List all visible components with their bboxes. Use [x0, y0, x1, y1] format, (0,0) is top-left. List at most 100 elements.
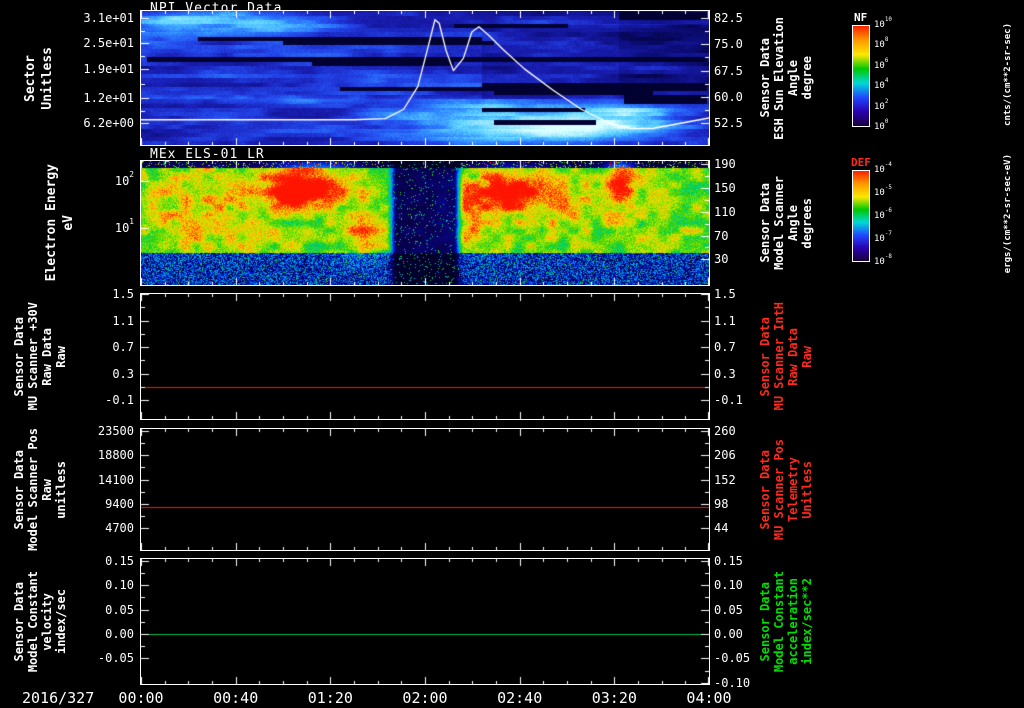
- npi-left-axis-title: Sector Unitless: [20, 10, 58, 146]
- colorbar-tick-label: 102: [874, 99, 888, 112]
- right-axis-tick-label: 98: [714, 497, 729, 512]
- nf-colorbar-title: NF: [854, 11, 868, 24]
- nf-unit-text: cnts/(cm**2-sr-sec): [1003, 22, 1013, 126]
- right-axis-tick-label: 260: [714, 423, 736, 438]
- right-axis-title-line: Angle: [785, 59, 800, 97]
- els-spectrogram-panel: [140, 160, 710, 286]
- tick-exponent: 1: [129, 217, 134, 227]
- time-axis-tick-label: 02:00: [402, 689, 448, 707]
- right-axis-tick-label: 150: [714, 180, 736, 195]
- tick-mantissa: 10: [874, 234, 885, 244]
- left-axis-tick-label: 1.1: [112, 313, 134, 328]
- right-axis-title-line: Sensor Data: [757, 316, 772, 397]
- right-axis-title-line: Sensor Data: [757, 38, 772, 118]
- tick-exponent: 2: [884, 98, 889, 105]
- right-axis-tick-label: 75.0: [714, 37, 743, 52]
- tick-exponent: 10: [884, 16, 892, 23]
- model-constant-velocity-canvas: [141, 559, 709, 684]
- time-axis-tick-label: 02:40: [497, 689, 543, 707]
- right-axis-title-line: Sensor Data: [757, 183, 772, 263]
- right-axis-tick-label: 67.5: [714, 63, 743, 78]
- model-scanner-pos-panel: [140, 428, 710, 551]
- right-axis-tick-label: 190: [714, 156, 736, 171]
- left-axis-tick-label: 0.05: [105, 602, 134, 617]
- left-axis-tick-label: -0.1: [105, 393, 134, 408]
- right-axis-tick-label: 1.5: [714, 287, 736, 301]
- right-axis-title-line: index/sec**2: [799, 578, 814, 665]
- colorbar-tick-label: 108: [874, 37, 888, 51]
- right-axis-tick-label: 0.10: [714, 578, 743, 593]
- time-axis-tick-label: 01:20: [307, 689, 353, 707]
- left-axis-tick-label: 0.10: [105, 578, 134, 593]
- right-axis-title-line: ESH Sun Elevation: [771, 16, 786, 140]
- tplot-multipanel-screen: NPI Vector Data MEx ELS-01 LR Sector Unit…: [0, 0, 1024, 708]
- left-axis-tick-label: 0.15: [105, 553, 134, 568]
- left-axis-tick-label: 14100: [97, 472, 134, 487]
- time-axis-tick-label: 03:20: [591, 689, 637, 707]
- nf-colorbar-unit: cnts/(cm**2-sr-sec): [1000, 8, 1016, 140]
- model-right-axis-title: Sensor Data Model Constant acceleration ind…: [756, 558, 816, 685]
- right-axis-tick-label: 110: [714, 204, 736, 219]
- left-axis-tick-label: 4700: [105, 521, 134, 536]
- tick-exponent: 0: [884, 118, 889, 125]
- mu30-left-axis-title: Sensor Data MU Scanner +30V Raw Data Raw: [12, 293, 68, 420]
- def-colorbar: [852, 170, 870, 262]
- tick-mantissa: 10: [874, 188, 885, 198]
- right-axis-tick-label: -0.1: [714, 393, 743, 408]
- right-axis-title-line: degrees: [799, 197, 814, 249]
- left-axis-title-line: velocity: [39, 592, 54, 651]
- left-axis-tick-label: 1.5: [112, 287, 134, 301]
- left-axis-tick-label: 23500: [97, 423, 134, 438]
- right-axis-title-line: Model Constant: [771, 570, 786, 673]
- mu-scanner-30v-panel: [140, 293, 710, 420]
- right-axis-title-line: Raw: [799, 345, 814, 368]
- nf-colorbar: [852, 25, 870, 127]
- colorbar-tick-label: 10-4: [874, 162, 892, 175]
- left-axis-tick-label: 9400: [105, 497, 134, 511]
- colorbar-tick-label: 10-8: [874, 254, 892, 267]
- colorbar-tick-label: 10-6: [874, 208, 892, 221]
- tick-exponent: 6: [884, 57, 889, 64]
- left-axis-tick-label: 2.5e+01: [83, 36, 134, 51]
- left-axis-title-line: Model Scanner Pos: [25, 428, 40, 551]
- scanpos-right-axis-title: Sensor Data MU Scanner Pos Telemetry Unitle…: [756, 428, 816, 551]
- colorbar-tick-label: 10-7: [874, 231, 892, 244]
- left-axis-title-line: Sector: [22, 54, 38, 102]
- right-axis-tick-label: 82.5: [714, 11, 743, 26]
- def-colorbar-unit: ergs/(cm**2-sr-sec-eV): [1000, 150, 1016, 278]
- right-axis-tick-label: 0.7: [714, 340, 736, 355]
- tick-exponent: 8: [884, 37, 889, 44]
- tick-mantissa: 10: [874, 40, 885, 51]
- tick-exponent: -8: [884, 253, 892, 260]
- left-axis-title-line: Sensor Data: [11, 581, 26, 662]
- model-constant-velocity-panel: [140, 558, 710, 685]
- left-axis-title-line: Sensor Data: [11, 316, 26, 397]
- right-axis-tick-label: 0.00: [714, 627, 743, 642]
- tick-mantissa: 10: [874, 211, 885, 221]
- time-axis-tick-label: 00:00: [118, 689, 164, 707]
- tick-exponent: 2: [129, 169, 134, 179]
- left-axis-title-line: Electron Energy: [43, 164, 59, 282]
- colorbar-tick-label: 100: [874, 119, 888, 132]
- colorbar-tick-label: 104: [874, 78, 888, 91]
- left-axis-title-line: Model Constant: [25, 570, 40, 673]
- time-axis-tick-label: 04:00: [686, 689, 732, 707]
- colorbar-tick-label: 106: [874, 58, 888, 71]
- left-axis-tick-label: 18800: [97, 448, 134, 463]
- left-axis-tick-label: 0.00: [105, 627, 134, 642]
- left-axis-title-line: Raw: [39, 478, 54, 501]
- left-axis-title-line: Raw: [53, 345, 68, 368]
- right-axis-tick-label: 60.0: [714, 89, 743, 104]
- left-axis-tick-label: 0.3: [112, 366, 134, 381]
- left-axis-title-line: Raw Data: [39, 327, 54, 386]
- tick-mantissa: 10: [874, 165, 885, 175]
- right-axis-tick-label: -0.10: [714, 675, 751, 690]
- right-axis-tick-label: 1.1: [714, 313, 736, 328]
- time-axis-tick-label: 00:40: [213, 689, 259, 707]
- right-axis-title-line: degree: [799, 56, 814, 100]
- left-axis-title-line: MU Scanner +30V: [25, 302, 40, 411]
- tick-exponent: -4: [884, 161, 892, 168]
- tick-mantissa: 10: [874, 60, 885, 71]
- left-axis-tick-label: 0.7: [112, 340, 134, 355]
- right-axis-tick-label: 206: [714, 448, 736, 463]
